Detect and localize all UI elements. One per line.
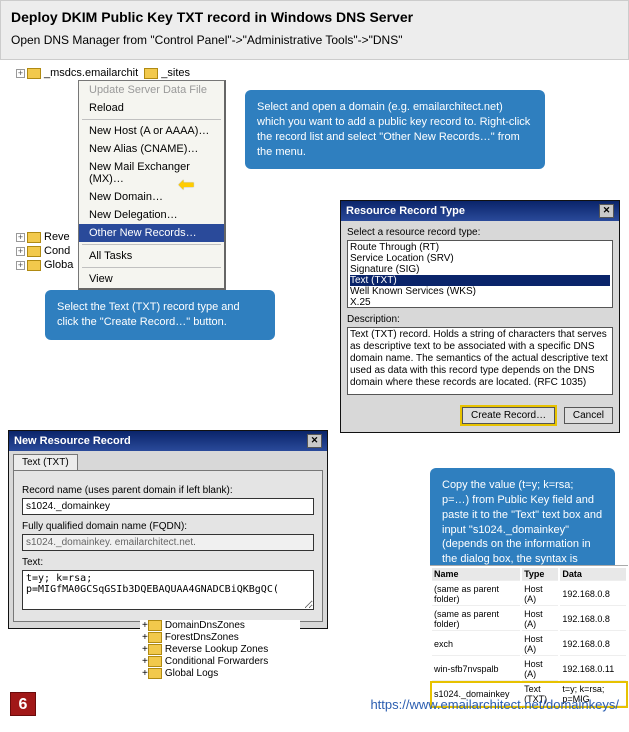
menu-item-view[interactable]: View xyxy=(79,270,224,288)
list-item-selected[interactable]: Text (TXT) xyxy=(350,275,610,286)
record-type-listbox[interactable]: Route Through (RT) Service Location (SRV… xyxy=(347,240,613,308)
menu-item-update: Update Server Data File xyxy=(79,81,224,99)
tree-item[interactable]: _msdcs.emailarchit xyxy=(44,67,138,79)
callout-2: Select the Text (TXT) record type and cl… xyxy=(45,290,275,340)
callout-1: Select and open a domain (e.g. emailarch… xyxy=(245,90,545,169)
footer: 6 https://www.emailarchitect.net/domaink… xyxy=(0,688,629,720)
fqdn-field xyxy=(22,534,314,551)
tree-item[interactable]: Globa xyxy=(44,259,73,271)
list-item[interactable]: Signature (SIG) xyxy=(350,264,610,275)
record-name-input[interactable] xyxy=(22,498,314,515)
folder-icon xyxy=(148,620,162,631)
tree-item[interactable]: Cond xyxy=(44,245,70,257)
menu-item-new-mx[interactable]: New Mail Exchanger (MX)… xyxy=(79,158,224,188)
records-table: NameTypeData (same as parent folder)Host… xyxy=(430,565,628,708)
folder-icon xyxy=(148,668,162,679)
dialog-title: New Resource Record xyxy=(14,435,131,447)
expand-icon[interactable]: + xyxy=(16,69,25,78)
folder-icon xyxy=(27,232,41,243)
dialog-title: Resource Record Type xyxy=(346,205,465,217)
col-name[interactable]: Name xyxy=(432,568,520,581)
resource-record-type-dialog: Resource Record Type ✕ Select a resource… xyxy=(340,200,620,433)
close-icon[interactable]: ✕ xyxy=(599,204,614,218)
list-item[interactable]: Well Known Services (WKS) xyxy=(350,286,610,297)
col-type[interactable]: Type xyxy=(522,568,558,581)
tree-item[interactable]: ForestDnsZones xyxy=(165,632,239,643)
menu-item-all-tasks[interactable]: All Tasks xyxy=(79,247,224,265)
folder-icon xyxy=(148,656,162,667)
text-label: Text: xyxy=(22,557,314,568)
folder-icon xyxy=(148,632,162,643)
folder-icon xyxy=(27,260,41,271)
highlight-arrow-icon: ⬅ xyxy=(178,175,195,195)
expand-icon[interactable]: + xyxy=(16,261,25,270)
expand-icon[interactable]: + xyxy=(16,247,25,256)
table-row[interactable]: (same as parent folder)Host (A)192.168.0… xyxy=(432,583,626,606)
folder-icon xyxy=(27,246,41,257)
context-menu: Update Server Data File Reload New Host … xyxy=(78,80,226,290)
text-input[interactable]: t=y; k=rsa; p=MIGfMA0GCSqGSIb3DQEBAQUAA4… xyxy=(22,570,314,610)
menu-item-new-delegation[interactable]: New Delegation… xyxy=(79,206,224,224)
description-text: Text (TXT) record. Holds a string of cha… xyxy=(347,327,613,395)
folder-icon xyxy=(148,644,162,655)
cancel-button[interactable]: Cancel xyxy=(564,407,613,424)
menu-item-reload[interactable]: Reload xyxy=(79,99,224,117)
table-row[interactable]: (same as parent folder)Host (A)192.168.0… xyxy=(432,608,626,631)
fqdn-label: Fully qualified domain name (FQDN): xyxy=(22,521,314,532)
table-row[interactable]: exchHost (A)192.168.0.8 xyxy=(432,633,626,656)
folder-icon xyxy=(144,68,158,79)
tab-txt[interactable]: Text (TXT) xyxy=(13,454,78,470)
new-resource-record-dialog: New Resource Record ✕ Text (TXT) Record … xyxy=(8,430,328,629)
folder-icon xyxy=(27,68,41,79)
page-title: Deploy DKIM Public Key TXT record in Win… xyxy=(11,9,618,25)
close-icon[interactable]: ✕ xyxy=(307,434,322,448)
page-header: Deploy DKIM Public Key TXT record in Win… xyxy=(0,0,629,60)
list-item[interactable]: Route Through (RT) xyxy=(350,242,610,253)
create-record-button[interactable]: Create Record… xyxy=(462,407,555,424)
expand-icon[interactable]: + xyxy=(16,233,25,242)
list-item[interactable]: Service Location (SRV) xyxy=(350,253,610,264)
select-type-label: Select a resource record type: xyxy=(347,227,613,238)
tree-item[interactable]: Conditional Forwarders xyxy=(165,656,268,667)
record-name-label: Record name (uses parent domain if left … xyxy=(22,485,314,496)
page-subtitle: Open DNS Manager from "Control Panel"->"… xyxy=(11,33,618,47)
tree-item[interactable]: Reverse Lookup Zones xyxy=(165,644,268,655)
tree-item[interactable]: Reve xyxy=(44,231,70,243)
tree-item[interactable]: _sites xyxy=(161,67,190,79)
tree-item[interactable]: Global Logs xyxy=(165,668,218,679)
description-label: Description: xyxy=(347,314,613,325)
page-canvas: + _msdcs.emailarchit _sites + Reve + Cond +… xyxy=(0,60,629,720)
menu-item-new-host[interactable]: New Host (A or AAAA)… xyxy=(79,122,224,140)
tree-item[interactable]: DomainDnsZones xyxy=(165,620,245,631)
zone-tree: +DomainDnsZones +ForestDnsZones +Reverse… xyxy=(140,620,300,680)
footer-url[interactable]: https://www.emailarchitect.net/domainkey… xyxy=(370,697,619,712)
list-item[interactable]: X.25 xyxy=(350,297,610,308)
page-number-badge: 6 xyxy=(10,692,36,716)
menu-item-new-alias[interactable]: New Alias (CNAME)… xyxy=(79,140,224,158)
table-row[interactable]: win-sfb7nvspalbHost (A)192.168.0.11 xyxy=(432,658,626,681)
col-data[interactable]: Data xyxy=(560,568,626,581)
menu-item-new-domain[interactable]: New Domain… xyxy=(79,188,224,206)
menu-item-other-new-records[interactable]: Other New Records… xyxy=(79,224,224,242)
